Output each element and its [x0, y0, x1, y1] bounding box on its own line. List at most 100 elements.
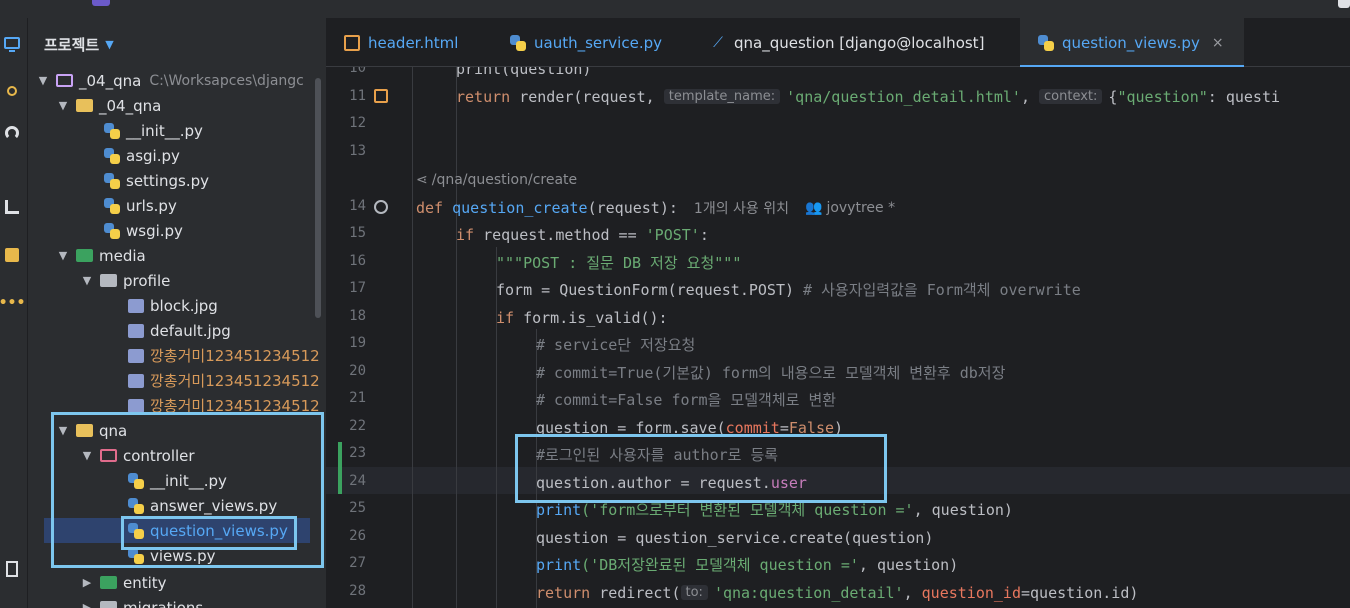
tree-item-app-folder[interactable]: ▼ _04_qna — [56, 93, 162, 118]
tab-question-views[interactable]: question_views.py × — [1020, 18, 1244, 68]
tree-item-image[interactable]: default.jpg — [128, 318, 231, 343]
code-line-16[interactable]: """POST : 질문 DB 저장 요청""" — [496, 249, 741, 276]
python-file-icon — [128, 497, 144, 514]
code-line-26[interactable]: question = question_service.create(quest… — [536, 524, 933, 551]
url-route-icon[interactable] — [374, 200, 388, 214]
image-file-icon — [128, 298, 144, 313]
more-icon: ••• — [0, 295, 26, 311]
tree-item-image[interactable]: 깡총거미123451234512 — [128, 368, 320, 393]
chevron-down-icon[interactable]: ▼ — [80, 449, 94, 462]
usages-hint[interactable]: 1개의 사용 위치 — [694, 198, 789, 218]
folder-icon — [100, 274, 117, 287]
author-hint[interactable]: jovytree * — [826, 200, 895, 216]
tree-item-image[interactable]: block.jpg — [128, 293, 218, 318]
code-editor[interactable]: 10 11 12 13 14 15 16 17 18 19 20 21 22 2… — [326, 67, 1350, 608]
code-line-20[interactable]: # commit=True(기본값) form의 내용으로 모델객체 변환후 d… — [536, 359, 1005, 386]
database-tool-button[interactable] — [0, 244, 24, 266]
window-control-icon[interactable] — [1338, 0, 1350, 8]
tree-item-file[interactable]: answer_views.py — [128, 493, 277, 518]
activity-bar: ••• — [0, 18, 28, 608]
chevron-down-icon: ▼ — [105, 37, 114, 51]
code-line-14[interactable]: def question_create (request): 1개의 사용 위치 … — [416, 194, 895, 221]
code-line-22[interactable]: question = form.save(commit = False) — [536, 414, 843, 441]
tree-item-controller-folder[interactable]: ▼ controller — [80, 443, 195, 468]
tree-item-media-folder[interactable]: ▼ media — [56, 243, 146, 268]
line-number: 23 — [349, 445, 366, 461]
project-tool-button[interactable] — [0, 32, 24, 54]
gutter-separator — [412, 67, 413, 608]
tree-item-file[interactable]: wsgi.py — [104, 218, 183, 243]
module-folder-icon — [56, 74, 73, 87]
python-file-icon — [510, 34, 526, 51]
folder-icon — [76, 424, 93, 437]
code-line-28[interactable]: return redirect(to:'qna:question_detail'… — [536, 579, 1138, 606]
line-number: 18 — [349, 308, 366, 324]
code-line-21[interactable]: # commit=False form을 모델객체로 변환 — [536, 386, 836, 413]
code-line-15[interactable]: if request.method == 'POST': — [456, 221, 709, 248]
template-navigation-icon[interactable] — [374, 89, 388, 103]
tree-item-file[interactable]: views.py — [128, 543, 216, 568]
line-number: 19 — [349, 335, 366, 351]
code-line-18[interactable]: if form.is_valid(): — [496, 304, 668, 331]
tree-item-image[interactable]: 깡총거미123451234512 — [128, 393, 320, 418]
structure-tool-button[interactable] — [0, 196, 24, 218]
image-file-icon — [128, 348, 144, 363]
tree-item-qna-folder[interactable]: ▼ qna — [56, 418, 127, 443]
tree-item-file[interactable]: __init__.py — [104, 118, 203, 143]
code-line-27[interactable]: print ('DB저장완료된 모델객체 question =', questio… — [536, 551, 958, 578]
param-hint: to: — [680, 585, 708, 600]
chevron-right-icon[interactable]: ▶ — [80, 576, 94, 589]
line-number: 27 — [349, 555, 366, 571]
code-line-24[interactable]: question.author = request. user — [536, 469, 807, 496]
github-icon — [5, 126, 19, 140]
folder-icon — [100, 601, 117, 608]
line-number: 12 — [349, 115, 366, 131]
current-line-highlight — [326, 467, 1350, 494]
code-line-25[interactable]: print ('form으로부터 변환된 모델객체 question =', qu… — [536, 496, 1013, 523]
more-tools-button[interactable]: ••• — [0, 292, 26, 314]
line-number: 28 — [349, 583, 366, 599]
tree-item-profile-folder[interactable]: ▼ profile — [80, 268, 171, 293]
chevron-right-icon[interactable]: ▶ — [80, 601, 94, 608]
tree-item-image[interactable]: 깡총거미123451234512 — [128, 343, 320, 368]
python-file-icon — [128, 547, 144, 564]
line-number: 14 — [349, 198, 366, 214]
line-number: 25 — [349, 500, 366, 516]
code-line-19[interactable]: # service단 저장요청 — [536, 331, 695, 358]
close-icon[interactable]: × — [1212, 35, 1224, 51]
param-hint: context: — [1039, 89, 1103, 104]
code-line-17[interactable]: form = QuestionForm(request.POST) # 사용자입… — [496, 276, 1081, 303]
chevron-down-icon[interactable]: ▼ — [56, 249, 70, 262]
project-panel-header[interactable]: 프로젝트 ▼ — [44, 34, 114, 54]
chevron-down-icon[interactable]: ▼ — [56, 99, 70, 112]
chevron-down-icon[interactable]: ▼ — [80, 274, 94, 287]
tab-qna-question-table[interactable]: ⟋ qna_question [django@localhost] — [710, 18, 984, 67]
vertical-scrollbar[interactable] — [315, 78, 321, 318]
tab-uauth-service[interactable]: uauth_service.py — [510, 18, 662, 67]
tree-item-file[interactable]: urls.py — [104, 193, 177, 218]
tree-item-file[interactable]: asgi.py — [104, 143, 180, 168]
chevron-down-icon[interactable]: ▼ — [36, 74, 50, 87]
tree-item-entity-folder[interactable]: ▶ entity — [80, 570, 167, 595]
tree-item-file[interactable]: settings.py — [104, 168, 209, 193]
url-route-hint[interactable]: ⋖ /qna/question/create — [416, 167, 577, 192]
tree-item-file[interactable]: __init__.py — [128, 468, 227, 493]
python-file-icon — [104, 222, 120, 239]
code-line-23[interactable]: #로그인된 사용자를 author로 등록 — [536, 441, 778, 468]
github-tool-button[interactable] — [0, 122, 24, 144]
tree-item-file-selected[interactable]: question_views.py — [128, 518, 288, 543]
tree-item-migrations-folder[interactable]: ▶ migrations — [80, 595, 203, 608]
tree-item-root[interactable]: ▼ _04_qna C:\Worksapces\djangc — [36, 68, 304, 93]
chevron-down-icon[interactable]: ▼ — [56, 424, 70, 437]
code-line-11[interactable]: return render (request, template_name:'qn… — [456, 83, 1280, 110]
commit-icon — [7, 86, 17, 96]
tab-header-html[interactable]: header.html — [344, 18, 458, 67]
terminal-tool-button[interactable] — [0, 558, 24, 580]
sql-table-icon: ⟋ — [713, 34, 723, 51]
code-line-10[interactable]: print(question) — [456, 67, 591, 82]
editor-tab-bar: header.html uauth_service.py ⟋ qna_quest… — [326, 18, 1350, 68]
commit-tool-button[interactable] — [0, 80, 24, 102]
line-number: 26 — [349, 528, 366, 544]
title-bar — [0, 0, 1350, 18]
resource-folder-icon — [76, 249, 93, 262]
